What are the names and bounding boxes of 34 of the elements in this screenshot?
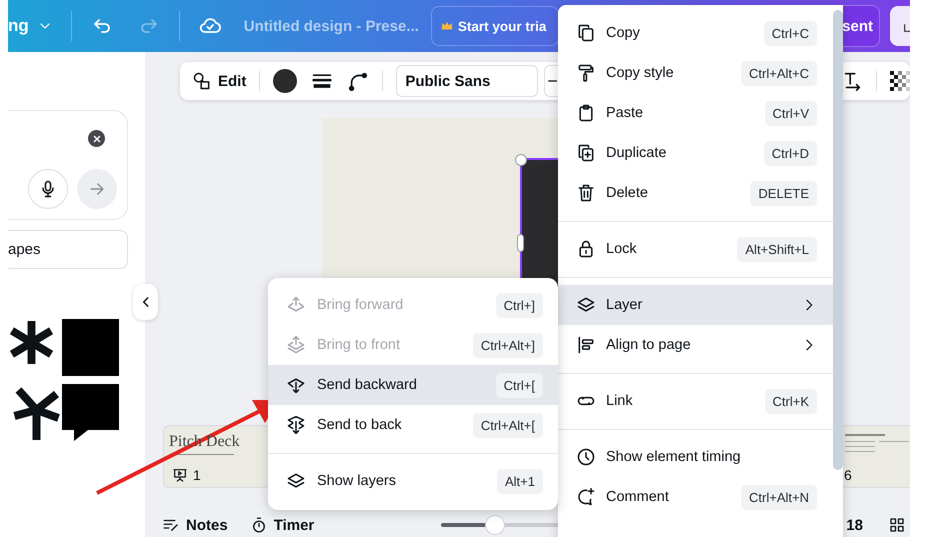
shortcut-key: Ctrl+D bbox=[764, 140, 817, 166]
page-thumbnail[interactable]: 6 bbox=[840, 425, 910, 488]
menu-item[interactable]: Send backward Ctrl+[ bbox=[268, 365, 558, 405]
shortcut-key: Ctrl+[ bbox=[496, 372, 543, 398]
shortcut-key: Ctrl+Alt+] bbox=[472, 332, 543, 358]
menu-item[interactable]: Link Ctrl+K bbox=[558, 381, 833, 421]
menu-item[interactable]: Send to back Ctrl+Alt+[ bbox=[268, 405, 558, 445]
shortcut-key: Alt+Shift+L bbox=[737, 236, 817, 262]
timer-button[interactable]: Timer bbox=[250, 516, 314, 534]
edit-button[interactable]: Edit bbox=[192, 71, 246, 91]
shortcut-key: Ctrl+Alt+C bbox=[741, 60, 817, 86]
menu-item[interactable]: Duplicate Ctrl+D bbox=[558, 133, 833, 173]
page-number: 6 bbox=[844, 467, 852, 483]
menu-item[interactable]: Delete DELETE bbox=[558, 173, 833, 213]
shortcut-key: Ctrl+Alt+N bbox=[741, 484, 817, 510]
menu-item[interactable]: Copy Ctrl+C bbox=[558, 13, 833, 53]
menu-item[interactable]: Lock Alt+Shift+L bbox=[558, 229, 833, 269]
shortcut-key: DELETE bbox=[750, 180, 817, 206]
shortcut-key: Ctrl+Alt+[ bbox=[472, 412, 543, 438]
menu-item[interactable]: Layer bbox=[558, 285, 833, 325]
menu-item[interactable]: Show layers Alt+1 bbox=[268, 461, 558, 501]
shortcut-key: Ctrl+K bbox=[764, 388, 817, 414]
font-dropdown[interactable]: Public Sans bbox=[396, 65, 538, 97]
menu-item[interactable]: Show element timing bbox=[558, 437, 833, 477]
shortcut-key: Ctrl+C bbox=[764, 20, 817, 46]
shortcut-key: Ctrl+V bbox=[764, 100, 817, 126]
shortcut-key: Alt+1 bbox=[497, 468, 543, 494]
shortcut-key: Ctrl+] bbox=[496, 292, 543, 318]
search-field[interactable]: apes bbox=[8, 230, 128, 269]
menu-item[interactable]: Align to page bbox=[558, 325, 833, 365]
notes-button[interactable]: Notes bbox=[162, 516, 228, 534]
page-count: 18 bbox=[846, 516, 863, 534]
page-number: 1 bbox=[193, 467, 201, 483]
menu-item[interactable]: Comment Ctrl+Alt+N bbox=[558, 477, 833, 517]
